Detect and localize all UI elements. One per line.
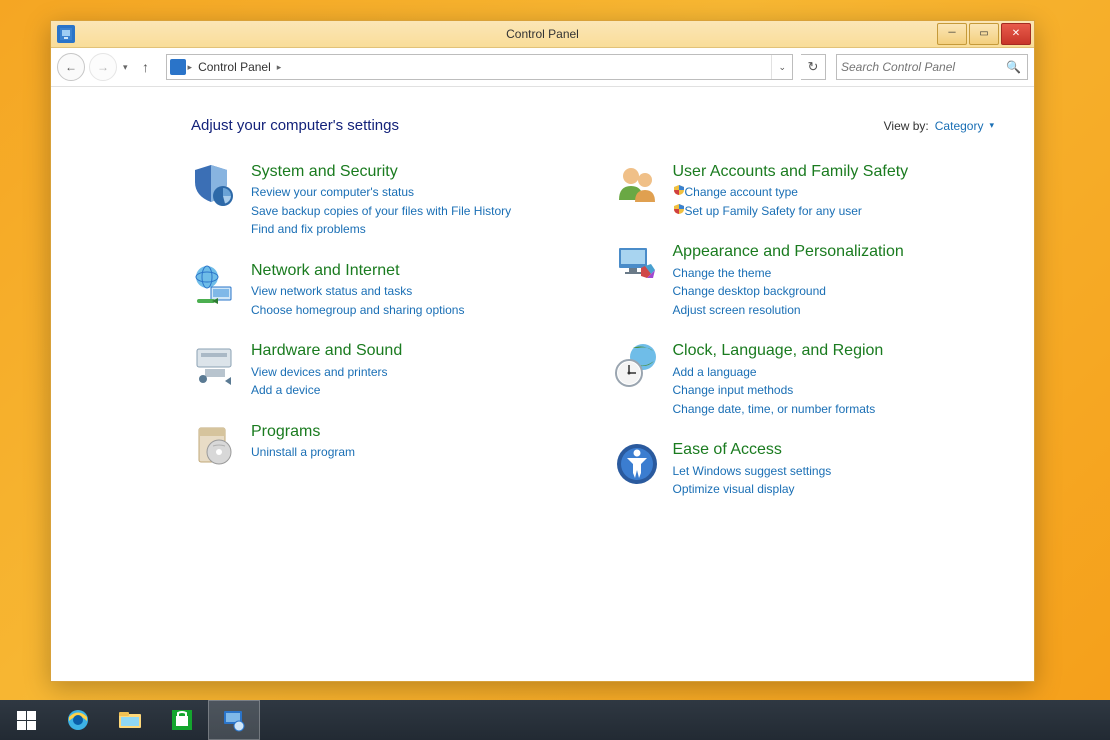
category-link[interactable]: Change input methods — [673, 381, 884, 400]
category-link[interactable]: Save backup copies of your files with Fi… — [251, 202, 511, 221]
category-title[interactable]: System and Security — [251, 162, 511, 181]
taskbar-file-explorer[interactable] — [104, 700, 156, 740]
user-accounts-icon[interactable] — [613, 162, 661, 210]
taskbar[interactable] — [0, 700, 1110, 740]
back-button[interactable]: ← — [57, 53, 85, 81]
category-link[interactable]: Adjust screen resolution — [673, 301, 904, 320]
window-title: Control Panel — [51, 27, 1034, 41]
maximize-button[interactable]: ▭ — [969, 23, 999, 45]
chevron-right-icon[interactable]: ▸ — [275, 62, 284, 73]
category-link[interactable]: Uninstall a program — [251, 443, 355, 462]
address-dropdown-icon[interactable]: ⌄ — [771, 55, 792, 79]
breadcrumb-control-panel[interactable]: Control Panel — [194, 60, 275, 74]
forward-button[interactable]: → — [89, 53, 117, 81]
history-dropdown-icon[interactable]: ▾ — [121, 62, 130, 73]
title-bar[interactable]: Control Panel － ▭ ✕ — [51, 21, 1034, 48]
category-item: Appearance and Personalization Change the… — [613, 242, 995, 319]
category-link[interactable]: View network status and tasks — [251, 282, 464, 301]
control-panel-window: Control Panel － ▭ ✕ ← → ▾ ↑ ▸ Control Pa… — [50, 20, 1035, 682]
taskbar-internet-explorer[interactable] — [52, 700, 104, 740]
ease-of-access-icon[interactable] — [613, 440, 661, 488]
control-panel-icon — [57, 25, 75, 43]
category-column-left: System and Security Review your computer'… — [191, 162, 573, 521]
category-link[interactable]: Change date, time, or number formats — [673, 400, 884, 419]
navigation-bar: ← → ▾ ↑ ▸ Control Panel ▸ ⌄ ↻ 🔍 — [51, 48, 1034, 87]
programs-icon[interactable] — [191, 422, 239, 470]
start-button[interactable] — [0, 700, 52, 740]
up-button[interactable]: ↑ — [134, 55, 158, 79]
category-title[interactable]: Clock, Language, and Region — [673, 341, 884, 360]
content-area: Adjust your computer's settings View by:… — [51, 87, 1034, 681]
refresh-button[interactable]: ↻ — [801, 54, 826, 80]
network-internet-icon[interactable] — [191, 261, 239, 309]
category-link[interactable]: Let Windows suggest settings — [673, 462, 832, 481]
category-title[interactable]: Hardware and Sound — [251, 341, 402, 360]
category-title[interactable]: Network and Internet — [251, 261, 464, 280]
view-by-label: View by: — [884, 119, 929, 133]
category-title[interactable]: Ease of Access — [673, 440, 832, 459]
search-input[interactable] — [837, 59, 1000, 75]
category-title[interactable]: User Accounts and Family Safety — [673, 162, 909, 181]
category-link[interactable]: View devices and printers — [251, 363, 402, 382]
link-text: Set up Family Safety for any user — [685, 204, 862, 218]
page-title: Adjust your computer's settings — [191, 117, 399, 134]
category-link[interactable]: Add a language — [673, 363, 884, 382]
category-link[interactable]: Review your computer's status — [251, 183, 511, 202]
system-security-icon[interactable] — [191, 162, 239, 210]
category-item: User Accounts and Family Safety Change ac… — [613, 162, 995, 220]
category-link[interactable]: Change account type — [673, 183, 909, 202]
category-title[interactable]: Appearance and Personalization — [673, 242, 904, 261]
category-column-right: User Accounts and Family Safety Change ac… — [613, 162, 995, 521]
view-by-mode[interactable]: Category — [935, 119, 984, 133]
category-item: Network and Internet View network status … — [191, 261, 573, 319]
view-by: View by: Category ▾ — [884, 119, 994, 133]
category-item: System and Security Review your computer'… — [191, 162, 573, 239]
close-button[interactable]: ✕ — [1001, 23, 1031, 45]
hardware-sound-icon[interactable] — [191, 341, 239, 389]
address-icon — [170, 59, 186, 75]
category-link[interactable]: Change the theme — [673, 264, 904, 283]
category-link[interactable]: Set up Family Safety for any user — [673, 202, 909, 221]
category-link[interactable]: Change desktop background — [673, 282, 904, 301]
category-item: Ease of Access Let Windows suggest settin… — [613, 440, 995, 498]
chevron-right-icon[interactable]: ▸ — [186, 62, 195, 73]
address-bar[interactable]: ▸ Control Panel ▸ ⌄ — [166, 54, 793, 80]
minimize-button[interactable]: － — [937, 23, 967, 45]
appearance-icon[interactable] — [613, 242, 661, 290]
category-item: Hardware and Sound View devices and print… — [191, 341, 573, 399]
category-title[interactable]: Programs — [251, 422, 355, 441]
category-link[interactable]: Choose homegroup and sharing options — [251, 301, 464, 320]
clock-language-icon[interactable] — [613, 341, 661, 389]
search-icon[interactable]: 🔍 — [1000, 60, 1027, 74]
category-item: Programs Uninstall a program — [191, 422, 573, 470]
taskbar-control-panel[interactable] — [208, 700, 260, 740]
taskbar-store[interactable] — [156, 700, 208, 740]
category-link[interactable]: Optimize visual display — [673, 480, 832, 499]
link-text: Change account type — [685, 185, 798, 199]
category-item: Clock, Language, and Region Add a languag… — [613, 341, 995, 418]
search-box[interactable]: 🔍 — [836, 54, 1028, 80]
category-link[interactable]: Find and fix problems — [251, 220, 511, 239]
category-link[interactable]: Add a device — [251, 381, 402, 400]
chevron-down-icon[interactable]: ▾ — [989, 120, 994, 131]
